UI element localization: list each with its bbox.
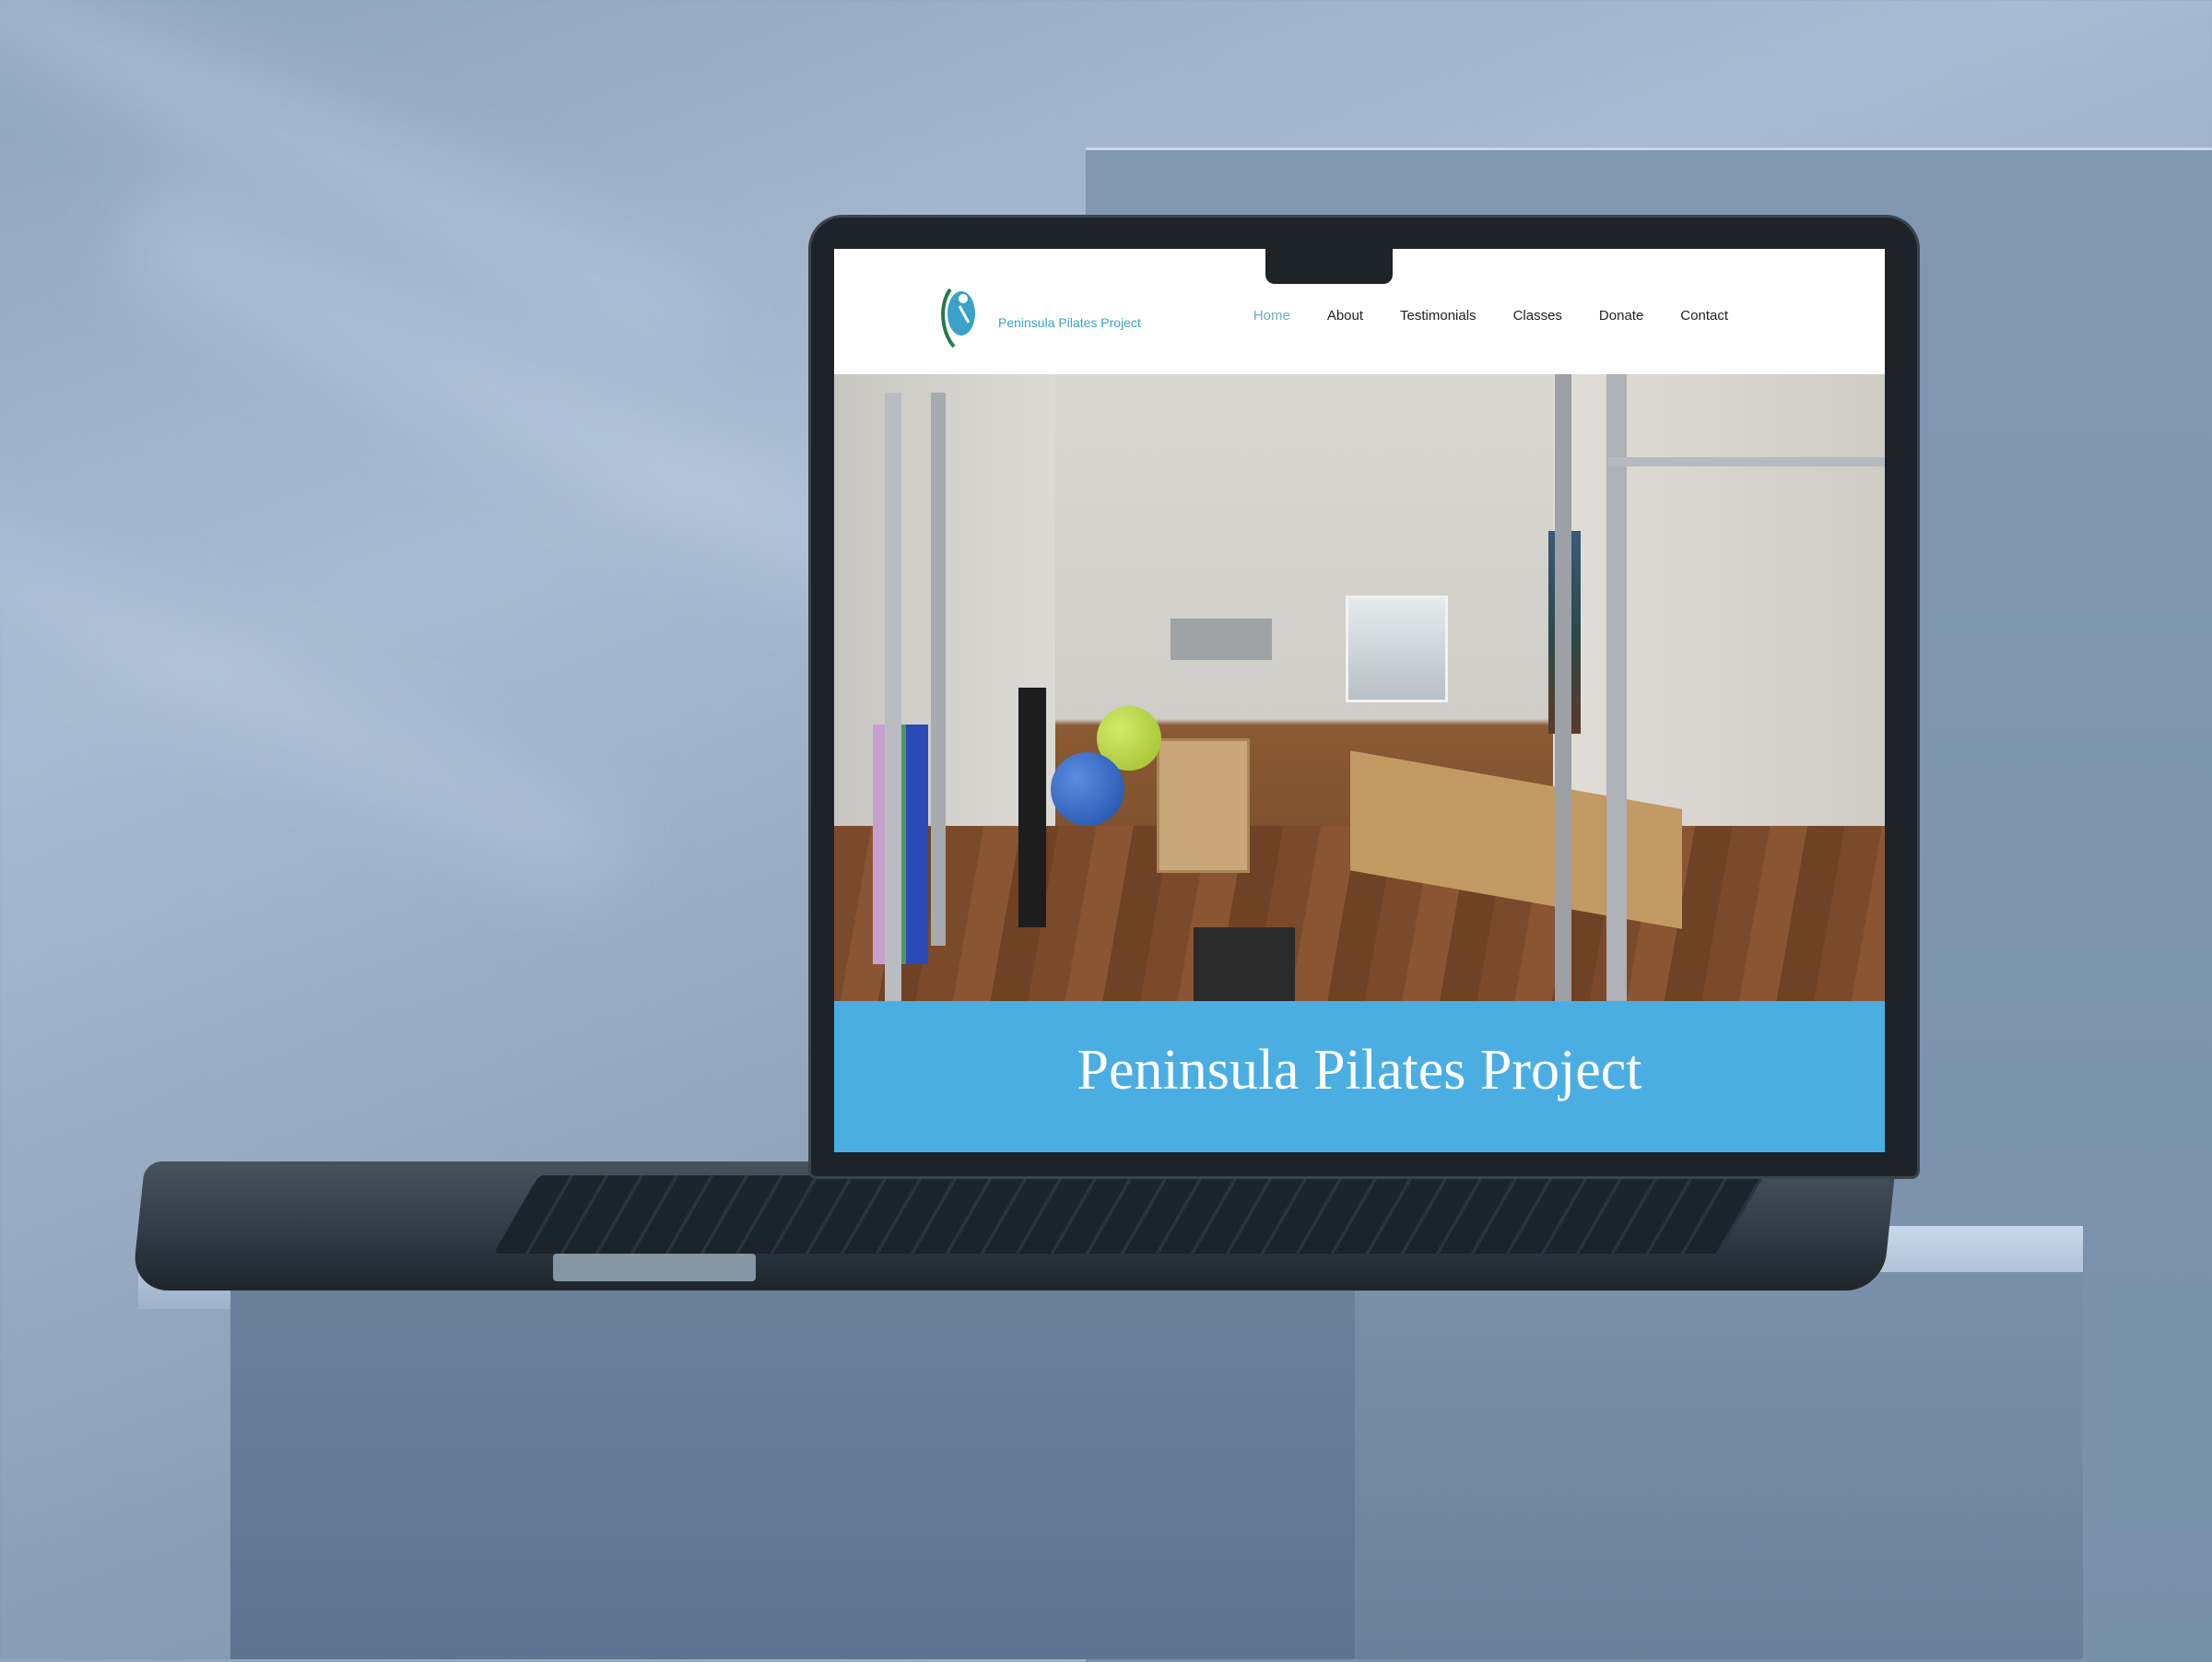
nav-classes[interactable]: Classes: [1513, 308, 1562, 324]
nav-testimonials[interactable]: Testimonials: [1400, 308, 1477, 324]
pedestal-front-right: [1355, 1272, 2083, 1659]
laptop-screen: Peninsula Pilates Project Home About Tes…: [834, 249, 1885, 1152]
cadillac-frame-left-2: [931, 393, 946, 946]
wall-light-streak: [0, 473, 622, 891]
cadillac-frame-left: [885, 393, 901, 1001]
laptop-trackpad-edge: [553, 1254, 756, 1281]
equipment-shelf: [1157, 738, 1250, 873]
wall-sign: [1171, 619, 1272, 660]
camera-notch: [1265, 249, 1393, 284]
nav-contact[interactable]: Contact: [1680, 308, 1728, 324]
laptop-keyboard: [493, 1175, 1765, 1254]
title-banner: Peninsula Pilates Project: [834, 1001, 1885, 1152]
exercise-mat: [1194, 927, 1295, 1001]
hero-studio-photo: [834, 374, 1885, 1001]
tower-fan: [1018, 688, 1046, 927]
blue-exercise-ball: [1051, 752, 1124, 826]
cadillac-frame-right-2: [1555, 374, 1571, 1001]
brand-name[interactable]: Peninsula Pilates Project: [998, 315, 1141, 330]
cadillac-frame-right: [1606, 374, 1627, 1001]
nav-about[interactable]: About: [1327, 308, 1363, 324]
main-nav: Home About Testimonials Classes Donate C…: [1253, 308, 1728, 324]
banner-title: Peninsula Pilates Project: [1077, 1039, 1642, 1102]
wall-canvas-art: [1346, 595, 1448, 702]
pilates-figure-logo-icon[interactable]: [937, 286, 978, 350]
pedestal-front-left: [230, 1272, 1355, 1659]
cadillac-top-bar: [1608, 457, 1885, 466]
nav-donate[interactable]: Donate: [1599, 308, 1643, 324]
nav-home[interactable]: Home: [1253, 308, 1290, 324]
